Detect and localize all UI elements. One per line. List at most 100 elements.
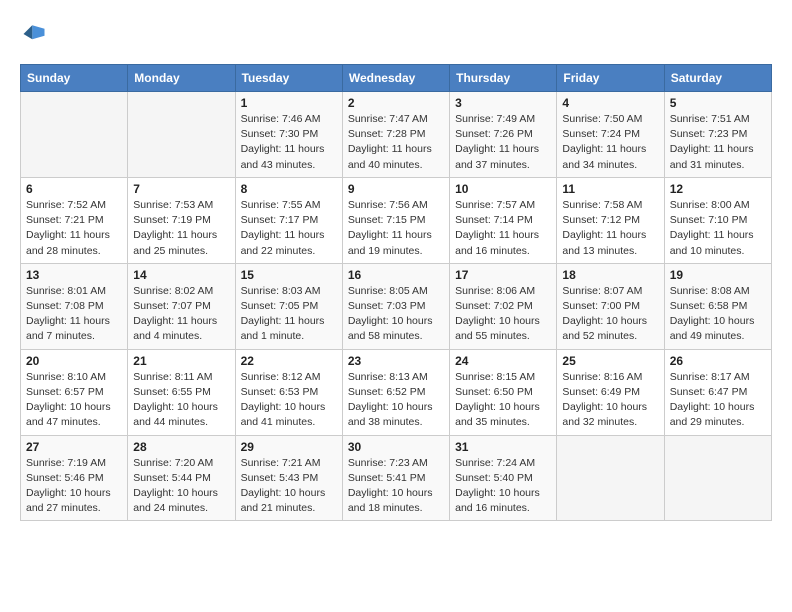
calendar-cell: 8 Sunrise: 7:55 AMSunset: 7:17 PMDaylight… <box>235 177 342 263</box>
day-info: Sunrise: 7:53 AMSunset: 7:19 PMDaylight:… <box>133 198 229 259</box>
day-info: Sunrise: 7:20 AMSunset: 5:44 PMDaylight:… <box>133 456 229 517</box>
calendar-cell: 18 Sunrise: 8:07 AMSunset: 7:00 PMDayligh… <box>557 263 664 349</box>
calendar-cell: 7 Sunrise: 7:53 AMSunset: 7:19 PMDaylight… <box>128 177 235 263</box>
day-info: Sunrise: 7:55 AMSunset: 7:17 PMDaylight:… <box>241 198 337 259</box>
calendar-cell: 2 Sunrise: 7:47 AMSunset: 7:28 PMDaylight… <box>342 92 449 178</box>
calendar-cell <box>664 435 771 521</box>
day-number: 25 <box>562 354 658 368</box>
day-number: 31 <box>455 440 551 454</box>
calendar-cell: 10 Sunrise: 7:57 AMSunset: 7:14 PMDayligh… <box>450 177 557 263</box>
weekday-header: Thursday <box>450 65 557 92</box>
calendar-table: SundayMondayTuesdayWednesdayThursdayFrid… <box>20 64 772 521</box>
calendar-cell: 21 Sunrise: 8:11 AMSunset: 6:55 PMDayligh… <box>128 349 235 435</box>
day-info: Sunrise: 7:56 AMSunset: 7:15 PMDaylight:… <box>348 198 444 259</box>
day-number: 12 <box>670 182 766 196</box>
day-number: 2 <box>348 96 444 110</box>
calendar-cell: 13 Sunrise: 8:01 AMSunset: 7:08 PMDayligh… <box>21 263 128 349</box>
calendar-cell: 9 Sunrise: 7:56 AMSunset: 7:15 PMDaylight… <box>342 177 449 263</box>
weekday-header: Tuesday <box>235 65 342 92</box>
calendar-week-row: 1 Sunrise: 7:46 AMSunset: 7:30 PMDaylight… <box>21 92 772 178</box>
calendar-cell: 5 Sunrise: 7:51 AMSunset: 7:23 PMDaylight… <box>664 92 771 178</box>
day-number: 26 <box>670 354 766 368</box>
day-number: 19 <box>670 268 766 282</box>
calendar-cell: 12Sunrise: 8:00 AMSunset: 7:10 PMDayligh… <box>664 177 771 263</box>
day-number: 4 <box>562 96 658 110</box>
day-number: 1 <box>241 96 337 110</box>
day-info: Sunrise: 8:02 AMSunset: 7:07 PMDaylight:… <box>133 284 229 345</box>
day-number: 21 <box>133 354 229 368</box>
calendar-cell: 31Sunrise: 7:24 AMSunset: 5:40 PMDayligh… <box>450 435 557 521</box>
day-info: Sunrise: 8:06 AMSunset: 7:02 PMDaylight:… <box>455 284 551 345</box>
day-info: Sunrise: 7:47 AMSunset: 7:28 PMDaylight:… <box>348 112 444 173</box>
day-info: Sunrise: 8:12 AMSunset: 6:53 PMDaylight:… <box>241 370 337 431</box>
day-number: 18 <box>562 268 658 282</box>
logo <box>20 20 52 48</box>
day-number: 30 <box>348 440 444 454</box>
calendar-cell: 27 Sunrise: 7:19 AMSunset: 5:46 PMDayligh… <box>21 435 128 521</box>
calendar-cell: 23 Sunrise: 8:13 AMSunset: 6:52 PMDayligh… <box>342 349 449 435</box>
calendar-week-row: 13 Sunrise: 8:01 AMSunset: 7:08 PMDayligh… <box>21 263 772 349</box>
day-info: Sunrise: 8:03 AMSunset: 7:05 PMDaylight:… <box>241 284 337 345</box>
calendar-cell: 25 Sunrise: 8:16 AMSunset: 6:49 PMDayligh… <box>557 349 664 435</box>
calendar-cell: 26 Sunrise: 8:17 AMSunset: 6:47 PMDayligh… <box>664 349 771 435</box>
day-info: Sunrise: 7:46 AMSunset: 7:30 PMDaylight:… <box>241 112 337 173</box>
logo-icon <box>20 20 48 48</box>
weekday-header: Monday <box>128 65 235 92</box>
day-info: Sunrise: 8:01 AMSunset: 7:08 PMDaylight:… <box>26 284 122 345</box>
calendar-cell <box>21 92 128 178</box>
day-number: 23 <box>348 354 444 368</box>
calendar-cell: 22 Sunrise: 8:12 AMSunset: 6:53 PMDayligh… <box>235 349 342 435</box>
day-number: 20 <box>26 354 122 368</box>
day-number: 17 <box>455 268 551 282</box>
day-info: Sunrise: 8:13 AMSunset: 6:52 PMDaylight:… <box>348 370 444 431</box>
day-number: 11 <box>562 182 658 196</box>
day-number: 5 <box>670 96 766 110</box>
calendar-cell: 6Sunrise: 7:52 AMSunset: 7:21 PMDaylight… <box>21 177 128 263</box>
weekday-header: Wednesday <box>342 65 449 92</box>
day-number: 3 <box>455 96 551 110</box>
day-number: 29 <box>241 440 337 454</box>
day-number: 27 <box>26 440 122 454</box>
day-info: Sunrise: 8:10 AMSunset: 6:57 PMDaylight:… <box>26 370 122 431</box>
calendar-header-row: SundayMondayTuesdayWednesdayThursdayFrid… <box>21 65 772 92</box>
day-info: Sunrise: 8:08 AMSunset: 6:58 PMDaylight:… <box>670 284 766 345</box>
day-number: 15 <box>241 268 337 282</box>
calendar-week-row: 6Sunrise: 7:52 AMSunset: 7:21 PMDaylight… <box>21 177 772 263</box>
weekday-header: Sunday <box>21 65 128 92</box>
day-number: 9 <box>348 182 444 196</box>
day-info: Sunrise: 7:51 AMSunset: 7:23 PMDaylight:… <box>670 112 766 173</box>
day-number: 24 <box>455 354 551 368</box>
day-info: Sunrise: 7:58 AMSunset: 7:12 PMDaylight:… <box>562 198 658 259</box>
day-info: Sunrise: 7:52 AMSunset: 7:21 PMDaylight:… <box>26 198 122 259</box>
day-number: 8 <box>241 182 337 196</box>
day-number: 13 <box>26 268 122 282</box>
day-info: Sunrise: 7:49 AMSunset: 7:26 PMDaylight:… <box>455 112 551 173</box>
calendar-cell: 19 Sunrise: 8:08 AMSunset: 6:58 PMDayligh… <box>664 263 771 349</box>
day-number: 10 <box>455 182 551 196</box>
calendar-cell: 30 Sunrise: 7:23 AMSunset: 5:41 PMDayligh… <box>342 435 449 521</box>
calendar-cell: 4 Sunrise: 7:50 AMSunset: 7:24 PMDaylight… <box>557 92 664 178</box>
calendar-cell: 14Sunrise: 8:02 AMSunset: 7:07 PMDayligh… <box>128 263 235 349</box>
day-info: Sunrise: 8:07 AMSunset: 7:00 PMDaylight:… <box>562 284 658 345</box>
calendar-cell: 15 Sunrise: 8:03 AMSunset: 7:05 PMDayligh… <box>235 263 342 349</box>
calendar-cell: 28 Sunrise: 7:20 AMSunset: 5:44 PMDayligh… <box>128 435 235 521</box>
day-number: 7 <box>133 182 229 196</box>
day-info: Sunrise: 8:05 AMSunset: 7:03 PMDaylight:… <box>348 284 444 345</box>
day-number: 28 <box>133 440 229 454</box>
calendar-cell: 17 Sunrise: 8:06 AMSunset: 7:02 PMDayligh… <box>450 263 557 349</box>
day-info: Sunrise: 7:23 AMSunset: 5:41 PMDaylight:… <box>348 456 444 517</box>
day-number: 16 <box>348 268 444 282</box>
day-info: Sunrise: 8:15 AMSunset: 6:50 PMDaylight:… <box>455 370 551 431</box>
day-info: Sunrise: 8:16 AMSunset: 6:49 PMDaylight:… <box>562 370 658 431</box>
day-info: Sunrise: 7:57 AMSunset: 7:14 PMDaylight:… <box>455 198 551 259</box>
calendar-cell: 3 Sunrise: 7:49 AMSunset: 7:26 PMDaylight… <box>450 92 557 178</box>
calendar-cell: 24 Sunrise: 8:15 AMSunset: 6:50 PMDayligh… <box>450 349 557 435</box>
day-info: Sunrise: 8:17 AMSunset: 6:47 PMDaylight:… <box>670 370 766 431</box>
day-info: Sunrise: 7:50 AMSunset: 7:24 PMDaylight:… <box>562 112 658 173</box>
calendar-cell: 11 Sunrise: 7:58 AMSunset: 7:12 PMDayligh… <box>557 177 664 263</box>
day-number: 22 <box>241 354 337 368</box>
day-info: Sunrise: 7:21 AMSunset: 5:43 PMDaylight:… <box>241 456 337 517</box>
day-info: Sunrise: 8:11 AMSunset: 6:55 PMDaylight:… <box>133 370 229 431</box>
day-info: Sunrise: 7:19 AMSunset: 5:46 PMDaylight:… <box>26 456 122 517</box>
calendar-cell: 1 Sunrise: 7:46 AMSunset: 7:30 PMDaylight… <box>235 92 342 178</box>
